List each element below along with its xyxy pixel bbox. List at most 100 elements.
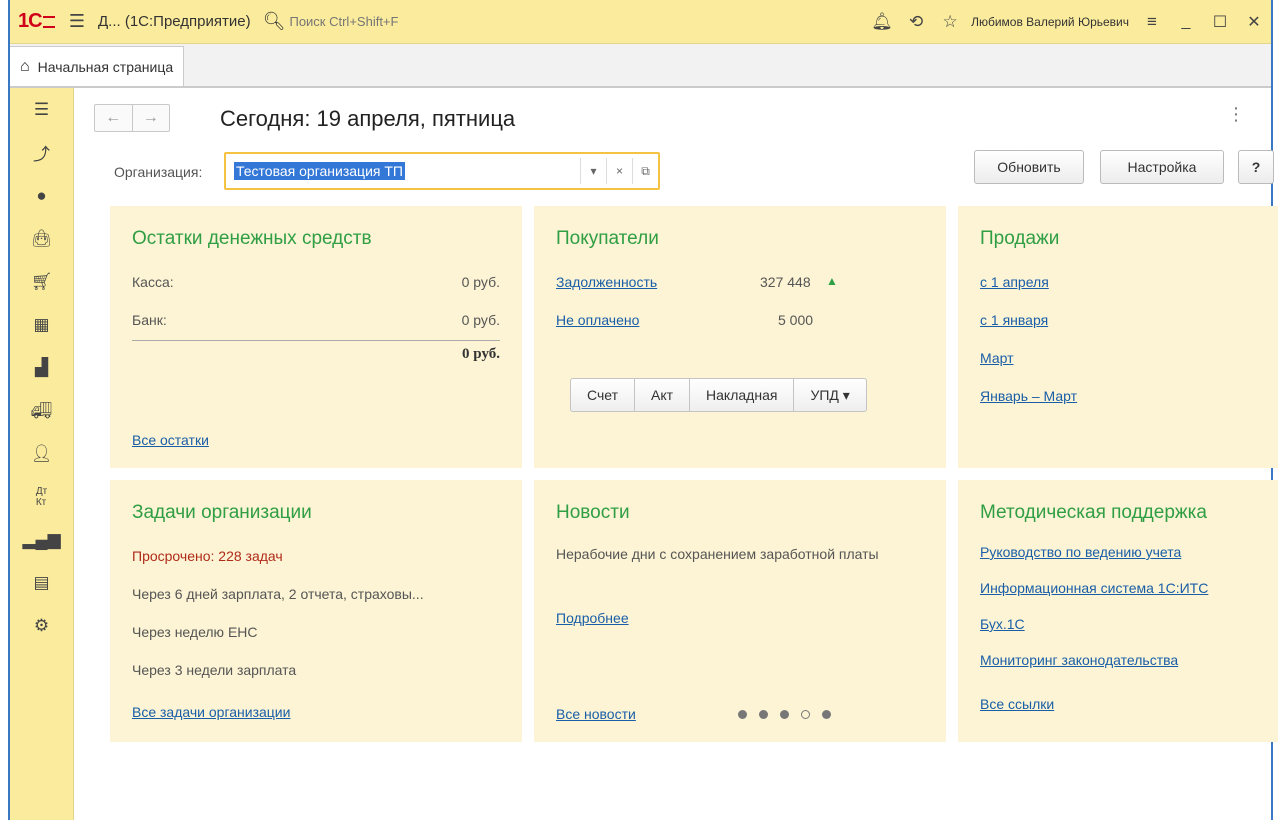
nav-buttons: ← → [94, 104, 170, 132]
support-link[interactable]: Бух.1С [980, 616, 1025, 632]
task-item[interactable]: Через 3 недели зарплата [132, 662, 296, 678]
search-icon: 🔍︎ [262, 11, 286, 31]
task-item[interactable]: Через 6 дней зарплата, 2 отчета, страхов… [132, 586, 424, 602]
all-balances-link[interactable]: Все остатки [132, 432, 209, 448]
sales-link[interactable]: Январь – Март [980, 388, 1077, 404]
cash-row-value: 0 руб. [461, 274, 500, 290]
support-title: Методическая поддержка [980, 502, 1207, 523]
unpaid-value: 5 000 [778, 312, 814, 328]
up-arrow-icon: ▲ [826, 274, 838, 288]
person-icon[interactable]: 👤︎ [10, 432, 73, 475]
buyers-title: Покупатели [556, 228, 659, 249]
pager-dot[interactable] [822, 710, 831, 719]
news-panel: Новости Нерабочие дни с сохранением зара… [534, 480, 946, 742]
pager-dot[interactable] [780, 710, 789, 719]
news-text: Нерабочие дни с сохранением заработной п… [556, 546, 879, 562]
ruble-coin-icon[interactable]: ● [10, 174, 73, 217]
global-search[interactable]: 🔍︎ [263, 8, 493, 36]
unpaid-link[interactable]: Не оплачено [556, 312, 639, 328]
sales-link[interactable]: Март [980, 350, 1014, 366]
tasks-title: Задачи организации [132, 502, 312, 523]
chart-trend-icon[interactable]: ⤴ [10, 131, 73, 174]
title-bar: 1С ☰ Д... (1С:Предприятие) 🔍︎ 🔔︎ ⟲ ☆ Люб… [10, 0, 1271, 44]
more-link[interactable]: Подробнее [556, 610, 629, 626]
history-icon[interactable]: ⟲ [899, 12, 933, 32]
org-label: Организация: [114, 164, 203, 180]
org-field[interactable]: Тестовая организация ТП ▾ × ⧉ [224, 152, 660, 190]
buyers-docs-buttons: Счет Акт Накладная УПД ▾ [570, 378, 867, 412]
main-menu-icon[interactable]: ☰ [62, 11, 92, 32]
clear-icon[interactable]: × [606, 158, 632, 184]
app-logo: 1С [18, 10, 62, 33]
maximize-icon[interactable]: ☐ [1203, 12, 1237, 32]
app-window: 1С ☰ Д... (1С:Предприятие) 🔍︎ 🔔︎ ⟲ ☆ Люб… [8, 0, 1278, 820]
cart-icon[interactable]: 🛒︎ [10, 260, 73, 303]
buyers-panel: Покупатели Задолженность 327 448 ▲ Не оп… [534, 206, 946, 468]
gear-icon[interactable]: ⚙ [10, 604, 73, 647]
home-page-content: ← → Сегодня: 19 апреля, пятница ⋮ Органи… [74, 90, 1278, 820]
tab-label: Начальная страница [37, 58, 174, 75]
bag-icon[interactable]: 👜︎ [10, 217, 73, 260]
settings-button[interactable]: Настройка [1100, 150, 1224, 184]
forward-arrow-icon[interactable]: → [131, 105, 170, 131]
factory-icon[interactable]: ▟ [10, 346, 73, 389]
reports-bar-icon[interactable]: ▂▄▆ [10, 518, 73, 561]
support-link[interactable]: Информационная система 1С:ИТС [980, 580, 1208, 596]
settings-menu-icon[interactable]: ≡ [1135, 12, 1169, 32]
pager-dot[interactable] [738, 710, 747, 719]
pager-dot-active[interactable] [801, 710, 810, 719]
close-icon[interactable]: ✕ [1237, 12, 1271, 32]
tab-bar: ⌂ Начальная страница [10, 44, 1271, 88]
back-arrow-icon[interactable]: ← [95, 105, 132, 131]
cash-title: Остатки денежных средств [132, 228, 372, 249]
news-title: Новости [556, 502, 630, 523]
sales-panel: Продажи с 1 апреля с 1 января Март Январ… [958, 206, 1278, 468]
debt-link[interactable]: Задолженность [556, 274, 657, 290]
support-link[interactable]: Руководство по ведению учета [980, 544, 1181, 560]
bank-row-label: Банк: [132, 312, 167, 328]
cash-panel: Остатки денежных средств Касса: 0 руб. Б… [110, 206, 522, 468]
menu-icon[interactable]: ☰ [10, 88, 73, 131]
more-actions-icon[interactable]: ⋮ [1227, 104, 1245, 125]
refresh-button[interactable]: Обновить [974, 150, 1084, 184]
invoice-button[interactable]: Счет [571, 379, 634, 411]
sections-sidebar: ☰ ⤴ ● 👜︎ 🛒︎ ▦ ▟ 🚚︎ 👤︎ Дт Кт ▂▄▆ ▤ ⚙ [10, 88, 74, 820]
truck-icon[interactable]: 🚚︎ [10, 389, 73, 432]
all-links-link[interactable]: Все ссылки [980, 696, 1054, 712]
waybill-button[interactable]: Накладная [689, 379, 793, 411]
sales-link[interactable]: с 1 апреля [980, 274, 1049, 290]
favorites-star-icon[interactable]: ☆ [933, 12, 967, 32]
cash-total: 0 руб. [462, 346, 500, 362]
total-divider [132, 340, 500, 341]
news-pager [738, 710, 831, 719]
cash-row-label: Касса: [132, 274, 174, 290]
open-icon[interactable]: ⧉ [632, 158, 658, 184]
all-news-link[interactable]: Все новости [556, 706, 636, 722]
dropdown-icon[interactable]: ▾ [580, 158, 606, 184]
task-item[interactable]: Через неделю ЕНС [132, 624, 258, 640]
notifications-bell-icon[interactable]: 🔔︎ [865, 12, 899, 32]
help-button[interactable]: ? [1238, 150, 1274, 184]
support-panel: Методическая поддержка Руководство по ве… [958, 480, 1278, 742]
org-input[interactable]: Тестовая организация ТП [226, 162, 580, 180]
act-button[interactable]: Акт [633, 379, 689, 411]
upd-dropdown-button[interactable]: УПД ▾ [793, 379, 865, 411]
documents-icon[interactable]: ▤ [10, 561, 73, 604]
support-link[interactable]: Мониторинг законодательства [980, 652, 1178, 668]
current-user-name[interactable]: Любимов Валерий Юрьевич [971, 15, 1129, 29]
pager-dot[interactable] [759, 710, 768, 719]
home-icon: ⌂ [20, 57, 30, 75]
tasks-panel: Задачи организации Просрочено: 228 задач… [110, 480, 522, 742]
page-title: Сегодня: 19 апреля, пятница [220, 106, 516, 131]
debit-credit-icon[interactable]: Дт Кт [10, 475, 73, 518]
sales-title: Продажи [980, 228, 1060, 249]
sales-link[interactable]: с 1 января [980, 312, 1048, 328]
minimize-icon[interactable]: _ [1169, 13, 1203, 31]
bank-row-value: 0 руб. [461, 312, 500, 328]
search-input[interactable] [289, 14, 480, 29]
window-title: Д... (1С:Предприятие) [98, 13, 251, 30]
warehouse-icon[interactable]: ▦ [10, 303, 73, 346]
tab-home[interactable]: ⌂ Начальная страница [10, 46, 185, 86]
all-tasks-link[interactable]: Все задачи организации [132, 704, 290, 720]
overdue-tasks[interactable]: Просрочено: 228 задач [132, 548, 283, 564]
